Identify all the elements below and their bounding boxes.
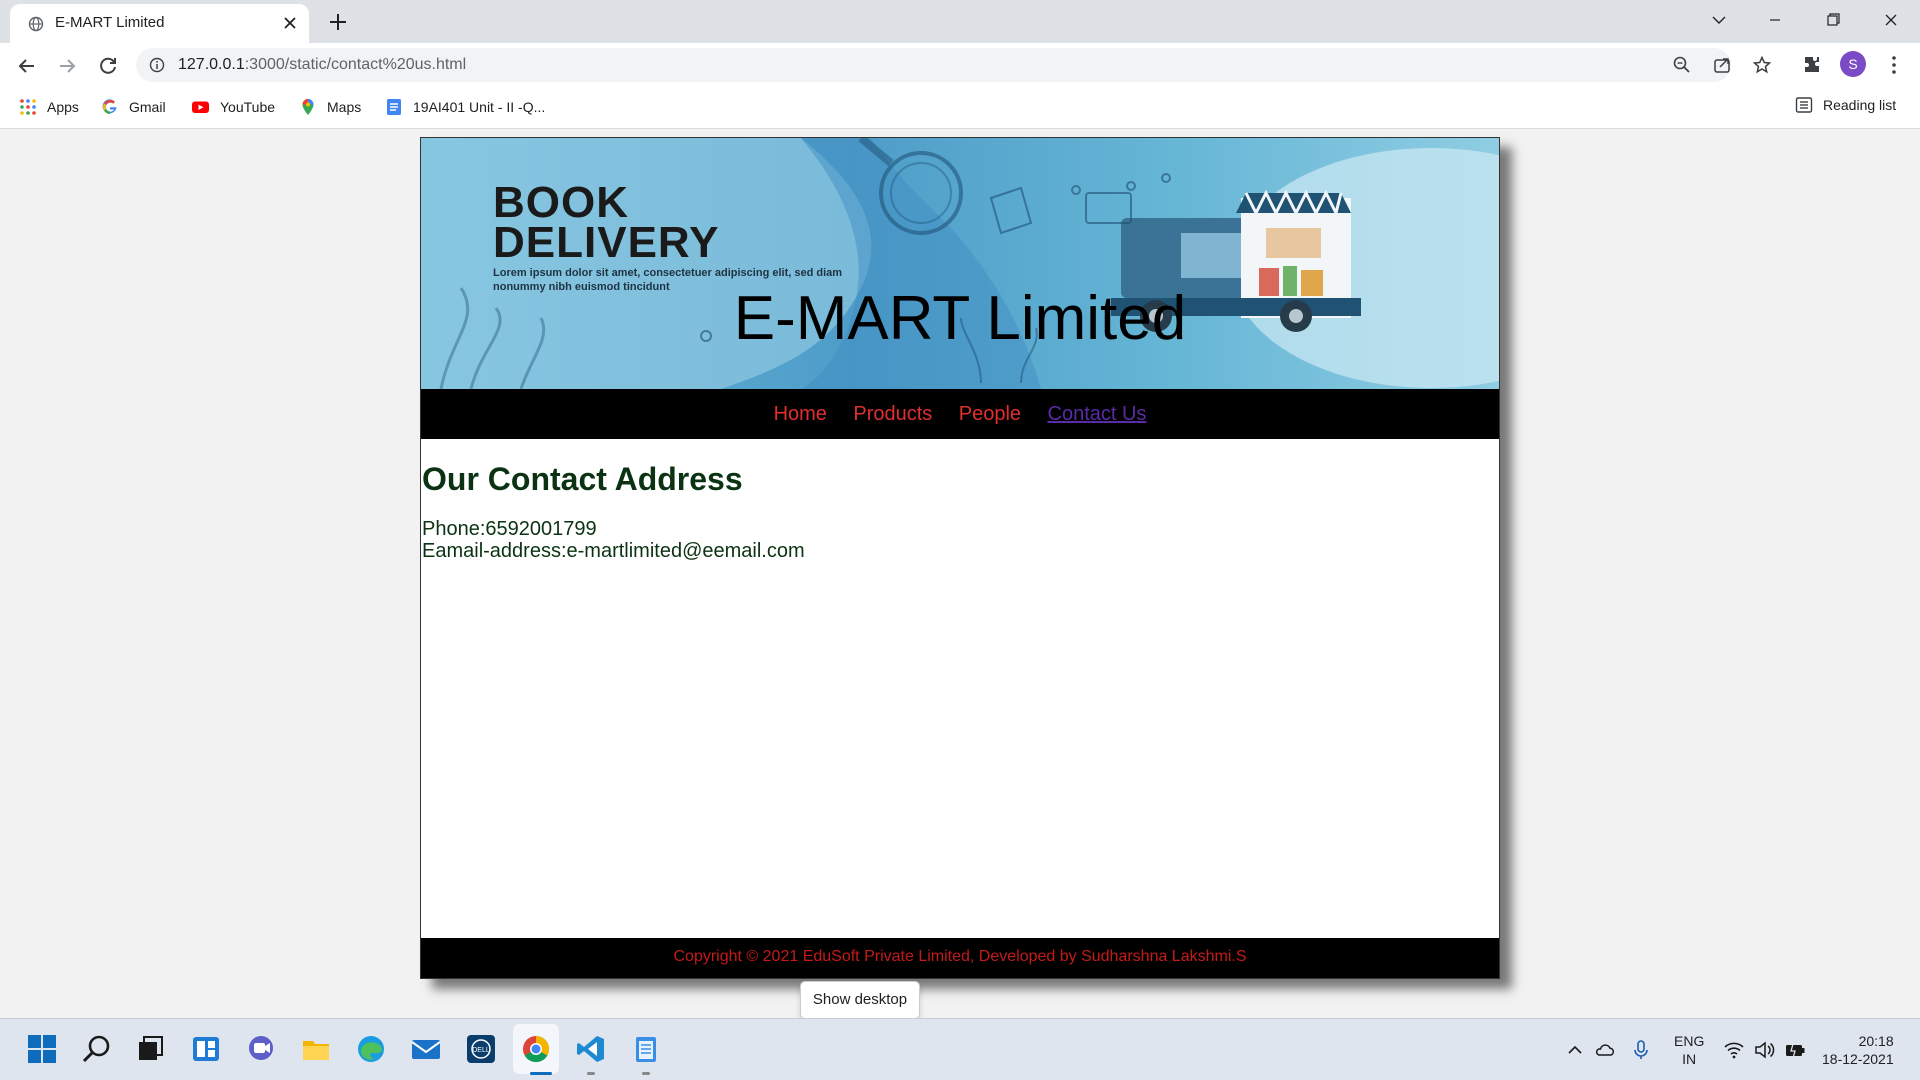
reading-list-icon: [1795, 97, 1813, 113]
notepad-icon[interactable]: [630, 1033, 662, 1065]
bookmark-gmail[interactable]: Gmail: [101, 96, 166, 118]
url-host: 127.0.0.1: [178, 56, 245, 73]
page-viewport: BOOK DELIVERY Lorem ipsum dolor sit amet…: [0, 129, 1920, 1018]
bookmark-star-icon[interactable]: [1752, 55, 1772, 75]
site-title: E-MART Limited: [733, 284, 1187, 353]
contact-email: Eamail-address:e-martlimited@eemail.com: [422, 540, 805, 562]
header-banner: BOOK DELIVERY Lorem ipsum dolor sit amet…: [421, 138, 1499, 389]
chevron-up-icon[interactable]: [1564, 1039, 1586, 1061]
nav-link-people[interactable]: People: [959, 403, 1021, 426]
profile-avatar[interactable]: S: [1840, 51, 1866, 77]
bookmark-apps[interactable]: Apps: [19, 96, 79, 118]
close-tab-icon[interactable]: [280, 13, 300, 33]
browser-tab[interactable]: E-MART Limited: [10, 4, 309, 43]
chrome-running-indicator: [530, 1072, 552, 1075]
bookmark-label: Apps: [47, 99, 79, 115]
show-desktop-tooltip: Show desktop: [800, 981, 920, 1019]
close-window-icon[interactable]: [1868, 6, 1914, 36]
windows-taskbar: DELL ENG IN 20:18 18-12-2021: [0, 1018, 1920, 1080]
reading-list-button[interactable]: Reading list: [1795, 96, 1896, 114]
contact-section: Our Contact Address Phone:6592001799 Eam…: [422, 439, 1498, 562]
google-icon: [102, 99, 117, 114]
tab-search-icon[interactable]: [1696, 6, 1742, 36]
banner-headline-line2: DELIVERY: [493, 218, 720, 267]
bookmark-label: Gmail: [129, 99, 166, 115]
clock-date: 18-12-2021: [1822, 1051, 1894, 1067]
banner-headline: BOOK DELIVERY: [493, 178, 720, 267]
site-info-icon[interactable]: [149, 57, 165, 73]
reload-icon[interactable]: [95, 53, 121, 79]
bookmark-label: YouTube: [220, 99, 276, 115]
battery-icon[interactable]: [1784, 1039, 1806, 1061]
language-code: ENG: [1674, 1033, 1705, 1049]
bookmark-label: Maps: [327, 99, 362, 115]
svg-text:DELL: DELL: [472, 1047, 490, 1054]
forward-icon[interactable]: [54, 53, 80, 79]
volume-icon[interactable]: [1753, 1039, 1775, 1061]
chrome-icon[interactable]: [520, 1033, 552, 1065]
dell-icon[interactable]: DELL: [465, 1033, 497, 1065]
nav-link-products[interactable]: Products: [853, 403, 932, 426]
edge-icon[interactable]: [355, 1033, 387, 1065]
contact-phone: Phone:6592001799: [422, 518, 597, 540]
vscode-running-indicator: [587, 1072, 595, 1075]
region-code: IN: [1682, 1051, 1697, 1067]
bookmark-docs[interactable]: 19AI401 Unit - II -Q...: [385, 96, 545, 118]
reading-list-label: Reading list: [1823, 97, 1897, 113]
nav-link-contact-us[interactable]: Contact Us: [1048, 403, 1147, 426]
url-path: :3000/static/contact%20us.html: [244, 56, 467, 73]
more-menu-icon[interactable]: [1882, 53, 1906, 77]
banner-headline-line1: BOOK: [493, 178, 629, 227]
system-clock[interactable]: 20:18 18-12-2021: [1822, 1032, 1894, 1068]
browser-toolbar: 127.0.0.1:3000/static/contact%20us.html …: [0, 43, 1920, 87]
clock-time: 20:18: [1858, 1033, 1894, 1049]
youtube-icon: [192, 101, 209, 113]
restore-icon[interactable]: [1810, 6, 1856, 36]
apps-grid-icon: [20, 99, 36, 115]
tab-strip: E-MART Limited: [0, 0, 1920, 43]
site-footer: Copyright © 2021 EduSoft Private Limited…: [421, 938, 1499, 978]
contact-heading: Our Contact Address: [422, 461, 743, 497]
globe-icon: [28, 16, 44, 32]
language-indicator[interactable]: ENG IN: [1674, 1032, 1704, 1068]
extensions-icon[interactable]: [1800, 53, 1824, 77]
search-icon[interactable]: [81, 1033, 113, 1065]
widgets-icon[interactable]: [190, 1033, 222, 1065]
bookmark-label: 19AI401 Unit - II -Q...: [413, 99, 546, 115]
chat-icon[interactable]: [245, 1033, 277, 1065]
nav-link-home[interactable]: Home: [774, 403, 827, 426]
zoom-icon[interactable]: [1672, 55, 1692, 75]
microphone-icon[interactable]: [1630, 1039, 1652, 1061]
url-text[interactable]: 127.0.0.1:3000/static/contact%20us.html: [178, 56, 466, 74]
share-icon[interactable]: [1712, 55, 1732, 75]
bookmark-youtube[interactable]: YouTube: [190, 96, 275, 118]
mail-icon[interactable]: [410, 1033, 442, 1065]
page-container: BOOK DELIVERY Lorem ipsum dolor sit amet…: [420, 137, 1500, 979]
bookmark-maps[interactable]: Maps: [299, 96, 361, 118]
wifi-icon[interactable]: [1723, 1039, 1745, 1061]
onedrive-icon[interactable]: [1594, 1039, 1616, 1061]
start-icon[interactable]: [26, 1033, 58, 1065]
back-icon[interactable]: [14, 53, 40, 79]
docs-icon: [387, 99, 401, 115]
notepad-running-indicator: [642, 1072, 650, 1075]
minimize-icon[interactable]: [1752, 6, 1798, 36]
bookmarks-bar: Apps Gmail YouTube Maps 19AI401 Unit - I…: [0, 87, 1920, 129]
address-bar[interactable]: 127.0.0.1:3000/static/contact%20us.html: [136, 48, 1772, 82]
new-tab-icon[interactable]: [325, 9, 351, 35]
tab-title: E-MART Limited: [55, 14, 165, 31]
site-navbar: Home Products People Contact Us: [421, 389, 1499, 439]
vscode-icon[interactable]: [575, 1033, 607, 1065]
maps-icon: [302, 99, 314, 115]
file-explorer-icon[interactable]: [300, 1033, 332, 1065]
task-view-icon[interactable]: [135, 1033, 167, 1065]
